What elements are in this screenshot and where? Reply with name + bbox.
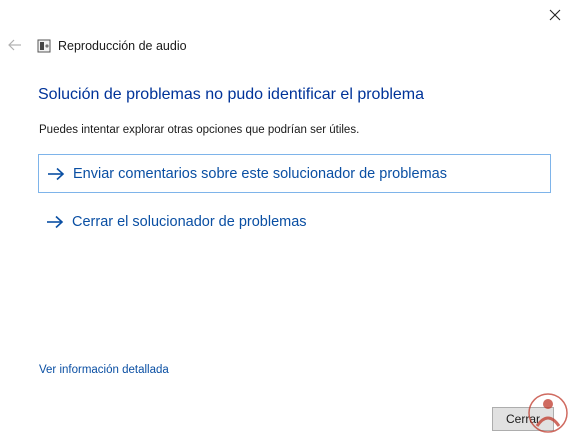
send-feedback-label: Enviar comentarios sobre este solucionad… bbox=[73, 165, 447, 182]
right-arrow-icon bbox=[46, 215, 64, 229]
close-troubleshooter-label: Cerrar el solucionador de problemas bbox=[72, 213, 307, 230]
page-title: Solución de problemas no pudo identifica… bbox=[38, 86, 425, 103]
right-arrow-icon bbox=[47, 167, 65, 181]
speaker-icon bbox=[37, 39, 51, 53]
window-title: Reproducción de audio bbox=[58, 39, 187, 53]
back-arrow-icon bbox=[8, 39, 21, 51]
send-feedback-option[interactable]: Enviar comentarios sobre este solucionad… bbox=[38, 154, 551, 193]
view-details-link[interactable]: Ver información detallada bbox=[39, 364, 169, 376]
watermark-logo-icon bbox=[528, 393, 568, 433]
close-troubleshooter-option[interactable]: Cerrar el solucionador de problemas bbox=[38, 202, 551, 241]
troubleshooter-window: Reproducción de audio Solución de proble… bbox=[0, 0, 571, 440]
window-title-bar: Reproducción de audio bbox=[37, 37, 187, 55]
window-close-button[interactable] bbox=[540, 2, 570, 28]
page-subtitle: Puedes intentar explorar otras opciones … bbox=[39, 124, 360, 136]
back-button[interactable] bbox=[4, 34, 26, 56]
close-icon bbox=[549, 9, 561, 21]
